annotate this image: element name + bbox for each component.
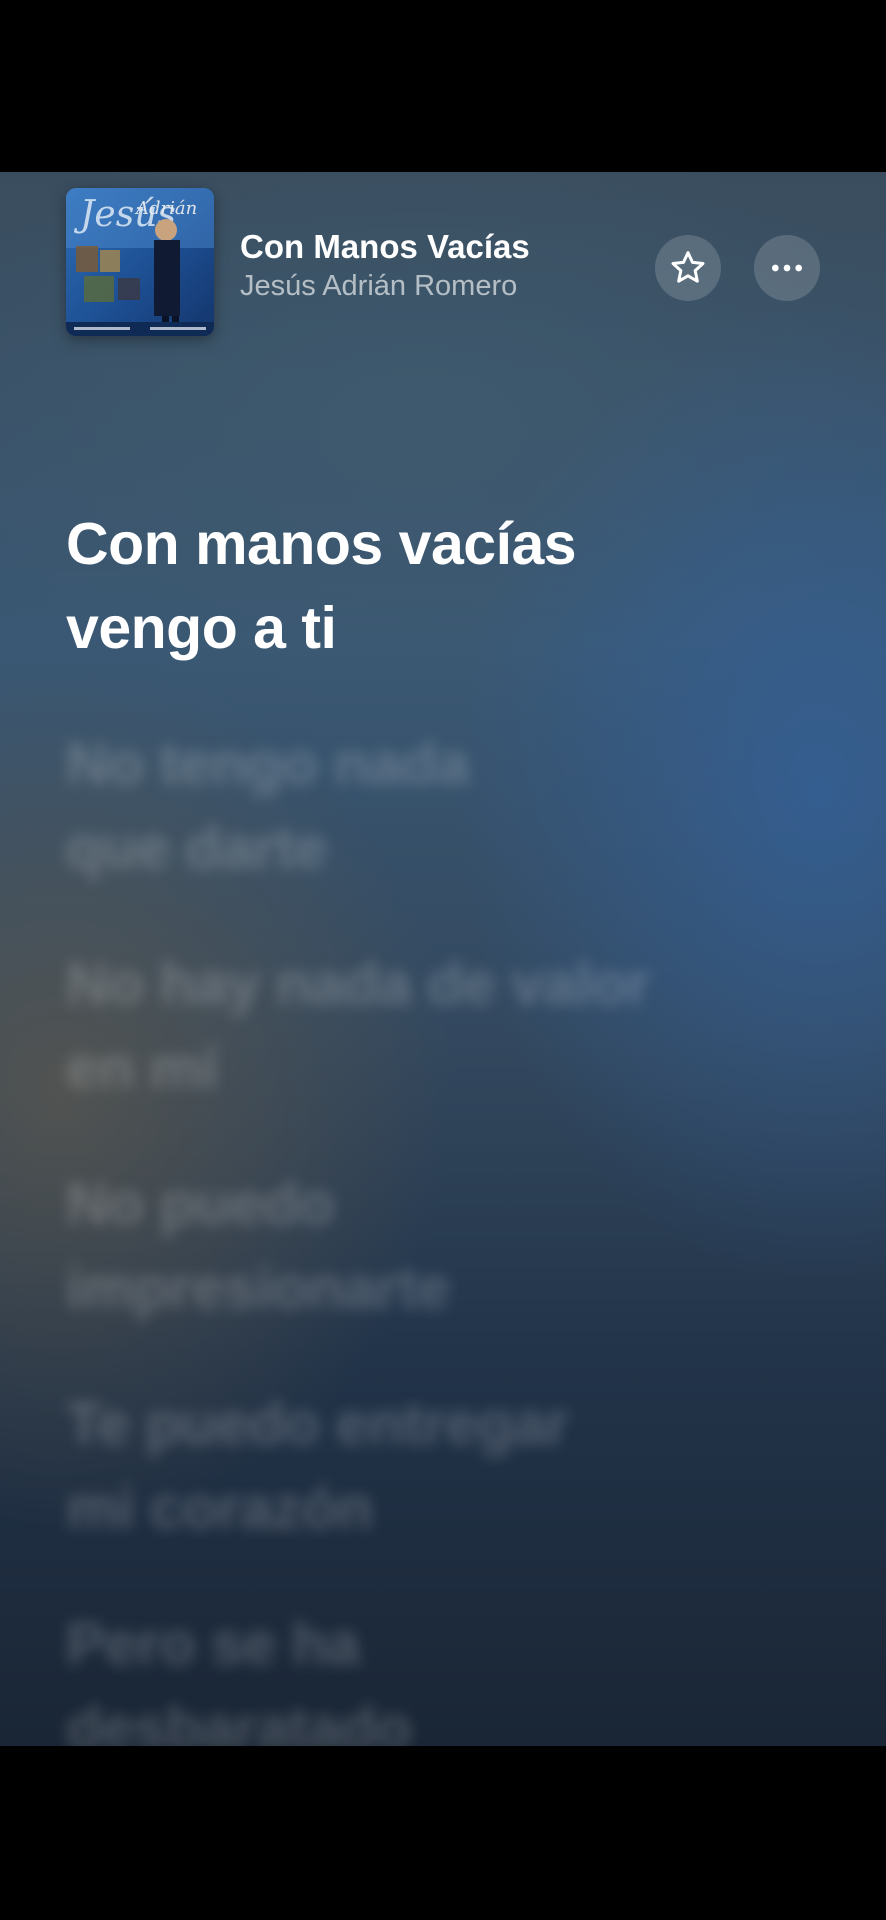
lyric-line[interactable]: No puedo impresionarte <box>66 1162 826 1330</box>
song-artist[interactable]: Jesús Adrián Romero <box>240 270 517 303</box>
album-cover-image: Jesús Adrián <box>66 188 214 336</box>
svg-text:Adrián: Adrián <box>134 198 197 219</box>
more-options-button[interactable] <box>754 235 820 301</box>
letterbox-bottom <box>0 1746 886 1920</box>
lyric-line[interactable]: No tengo nada que darte <box>66 722 826 890</box>
song-title[interactable]: Con Manos Vacías <box>240 228 530 266</box>
lyrics-list[interactable]: Con manos vacías vengo a ti No tengo nada q… <box>66 502 826 1746</box>
lyrics-screen: Jesús Adrián Con Manos Vacías Jesús Adri… <box>0 172 886 1746</box>
lyric-line[interactable]: Te puedo entregar mi corazón <box>66 1382 826 1550</box>
lyric-line-current[interactable]: Con manos vacías vengo a ti <box>66 502 826 670</box>
letterbox-top <box>0 0 886 172</box>
star-icon <box>671 251 705 283</box>
lyric-line[interactable]: Pero se ha desbaratado <box>66 1602 826 1746</box>
favorite-button[interactable] <box>655 235 721 301</box>
now-playing-header: Jesús Adrián Con Manos Vacías Jesús Adri… <box>0 172 886 342</box>
album-art[interactable]: Jesús Adrián <box>66 188 214 336</box>
lyric-line[interactable]: No hay nada de valor en mí <box>66 942 826 1110</box>
ellipsis-icon <box>772 264 802 272</box>
